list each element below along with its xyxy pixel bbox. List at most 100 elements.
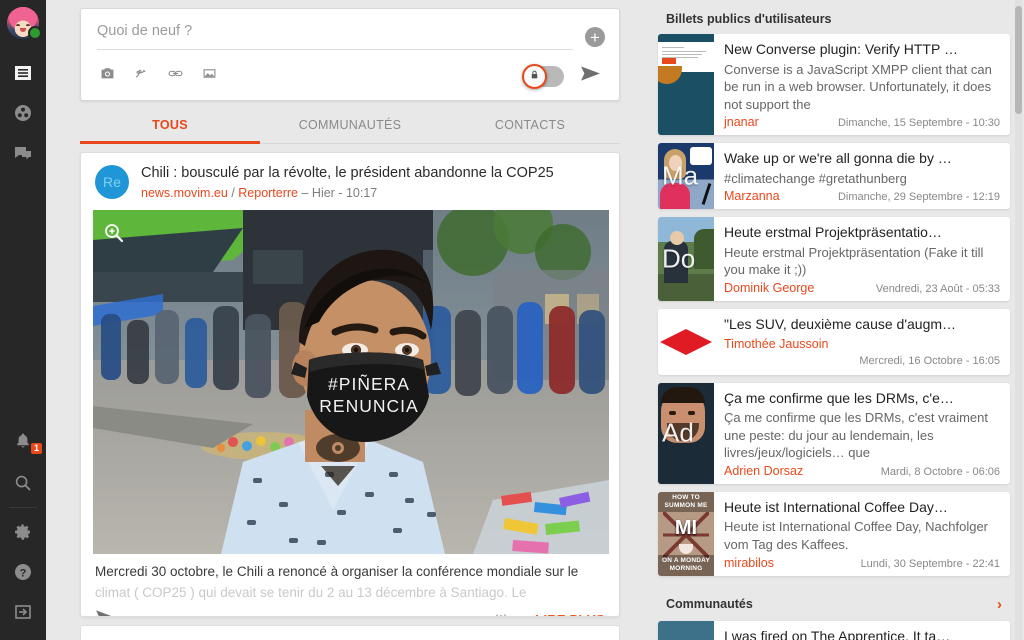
post-body: Mercredi 30 octobre, le Chili a renoncé … xyxy=(81,554,619,600)
thumbnail-top-text: HOW TO SUMMON ME xyxy=(658,492,714,512)
gear-icon xyxy=(13,522,33,542)
draw-icon xyxy=(133,65,150,87)
post-author-link[interactable]: Reporterre xyxy=(238,186,298,200)
draw-button[interactable] xyxy=(133,65,167,87)
tab-communautes[interactable]: COMMUNAUTÉS xyxy=(260,105,440,143)
list-item-thumbnail xyxy=(658,309,714,375)
list-item[interactable]: MI HOW TO SUMMON ME ON A MONDAY MORNING … xyxy=(658,492,1010,576)
composer-add-button[interactable]: + xyxy=(585,27,605,47)
list-item-date: Lundi, 30 Septembre - 22:41 xyxy=(861,558,1000,570)
sidebar-item-notifications[interactable]: 1 xyxy=(0,423,46,463)
communities-icon xyxy=(13,103,33,123)
list-item-date: Dimanche, 15 Septembre - 10:30 xyxy=(838,117,1000,129)
list-item-title: Ça me confirme que les DRMs, c'e… xyxy=(724,390,1000,408)
image-icon xyxy=(201,65,218,87)
sidebar-item-help[interactable]: ? xyxy=(0,552,46,592)
list-item-thumbnail: Ad xyxy=(658,383,714,484)
list-item[interactable]: Do Heute erstmal Projektpräsentatio… Heu… xyxy=(658,217,1010,301)
post-broadcast-button[interactable] xyxy=(492,608,510,616)
list-item-thumbnail: MI HOW TO SUMMON ME ON A MONDAY MORNING xyxy=(658,492,714,576)
list-item-initials: Ad xyxy=(662,418,694,449)
read-more-label: LIRE PLUS xyxy=(535,612,605,616)
list-item-snippet: Heute ist International Coffee Day, Nach… xyxy=(724,518,1000,553)
post-title[interactable]: Chili : bousculé par la révolte, le prés… xyxy=(141,165,554,182)
post-comment-button[interactable] xyxy=(95,609,115,616)
link-button[interactable] xyxy=(167,65,201,87)
tab-contacts[interactable]: CONTACTS xyxy=(440,105,620,143)
post-body-line-2: climat ( COP25 ) qui devait se tenir du … xyxy=(95,583,605,601)
list-item-initials: Do xyxy=(662,243,695,274)
list-item[interactable]: Ma Wake up or we're all gonna die by … #… xyxy=(658,143,1010,209)
list-item-initials: Ma xyxy=(662,161,698,192)
post-date: – Hier - 10:17 xyxy=(298,186,377,200)
communities-section-header[interactable]: Communautés › xyxy=(658,584,1010,621)
list-item-author[interactable]: mirabilos xyxy=(724,556,774,570)
list-item-author[interactable]: Adrien Dorsaz xyxy=(724,464,803,478)
feed-tabs: TOUS COMMUNAUTÉS CONTACTS xyxy=(80,105,620,144)
composer-input[interactable] xyxy=(97,23,603,49)
sidebar-item-settings[interactable] xyxy=(0,512,46,552)
right-sidebar: Billets publics d'utilisateurs New Conve… xyxy=(654,0,1024,640)
post-image: #PIÑERA RENUNCIA xyxy=(93,210,609,554)
chat-icon xyxy=(13,143,33,163)
composer-toolbar xyxy=(97,62,603,90)
search-icon xyxy=(13,473,33,493)
send-icon xyxy=(580,65,601,87)
post-body-line-1: Mercredi 30 octobre, le Chili a renoncé … xyxy=(95,562,605,582)
list-item-date: Mercredi, 16 Octobre - 16:05 xyxy=(724,355,1000,367)
zoom-in-icon[interactable] xyxy=(103,222,125,249)
post-meta: news.movim.eu / Reporterre – Hier - 10:1… xyxy=(141,186,554,200)
svg-text:#PIÑERA: #PIÑERA xyxy=(328,373,410,394)
tab-tous[interactable]: TOUS xyxy=(80,105,260,143)
sidebar-item-communities[interactable] xyxy=(0,93,46,133)
list-item-date: Dimanche, 29 Septembre - 12:19 xyxy=(838,191,1000,203)
read-more-button[interactable]: + LIRE PLUS xyxy=(524,612,605,616)
nav-divider xyxy=(9,507,37,508)
link-icon xyxy=(167,65,184,87)
list-item-thumbnail: Do xyxy=(658,217,714,301)
composer-underline xyxy=(97,49,573,50)
list-item[interactable]: New Converse plugin: Verify HTTP … Conve… xyxy=(658,34,1010,135)
post-composer: + xyxy=(80,8,620,101)
avatar[interactable] xyxy=(7,7,39,39)
left-navigation-rail: 1 ? xyxy=(0,0,46,640)
sidebar-item-chat[interactable] xyxy=(0,133,46,173)
sidebar-item-news[interactable] xyxy=(0,53,46,93)
thumbnail-bottom-text: ON A MONDAY MORNING xyxy=(658,555,714,575)
list-item-title: Heute erstmal Projektpräsentatio… xyxy=(724,224,1000,242)
feed-post: Re Chili : bousculé par la révolte, le p… xyxy=(80,152,620,617)
composer-send-button[interactable] xyxy=(580,65,601,87)
list-item-author[interactable]: jnanar xyxy=(724,115,759,129)
privacy-toggle[interactable] xyxy=(524,66,564,87)
news-icon xyxy=(13,63,33,83)
notification-badge: 1 xyxy=(31,443,42,454)
list-item-snippet: Converse is a JavaScript XMPP client tha… xyxy=(724,61,1000,114)
list-item-author[interactable]: Marzanna xyxy=(724,189,780,203)
svg-text:RENUNCIA: RENUNCIA xyxy=(319,396,418,416)
list-item[interactable]: Th I was fired on The Apprentice. It ta…… xyxy=(658,621,1010,640)
post-image-container[interactable]: #PIÑERA RENUNCIA xyxy=(93,210,607,554)
svg-text:?: ? xyxy=(20,568,27,580)
image-button[interactable] xyxy=(201,65,235,87)
read-more-plus: + xyxy=(524,612,532,616)
help-icon: ? xyxy=(13,562,33,582)
list-item-author[interactable]: Timothée Jaussoin xyxy=(724,337,828,351)
sidebar-item-logout[interactable] xyxy=(0,592,46,632)
list-item[interactable]: "Les SUV, deuxième cause d'augm… Timothé… xyxy=(658,309,1010,375)
feed-post-next-partial[interactable] xyxy=(80,625,620,640)
list-item[interactable]: Ad Ça me confirme que les DRMs, c'e… Ça … xyxy=(658,383,1010,484)
logout-icon xyxy=(13,602,33,622)
post-avatar[interactable]: Re xyxy=(95,165,129,199)
thumbnail-center-text: MI xyxy=(675,517,697,540)
list-item-thumbnail xyxy=(658,34,714,135)
list-item-author[interactable]: Dominik George xyxy=(724,281,814,295)
sidebar-item-search[interactable] xyxy=(0,463,46,503)
list-item-date: Vendredi, 23 Août - 05:33 xyxy=(876,283,1000,295)
list-item-title: New Converse plugin: Verify HTTP … xyxy=(724,41,1000,59)
post-source-link[interactable]: news.movim.eu xyxy=(141,186,228,200)
camera-button[interactable] xyxy=(99,65,133,87)
list-item-title: Wake up or we're all gonna die by … xyxy=(724,150,1000,168)
sidebar-scrollbar-thumb[interactable] xyxy=(1015,6,1022,114)
list-item-date: Mardi, 8 Octobre - 06:06 xyxy=(881,466,1000,478)
chevron-right-icon[interactable]: › xyxy=(997,596,1002,613)
